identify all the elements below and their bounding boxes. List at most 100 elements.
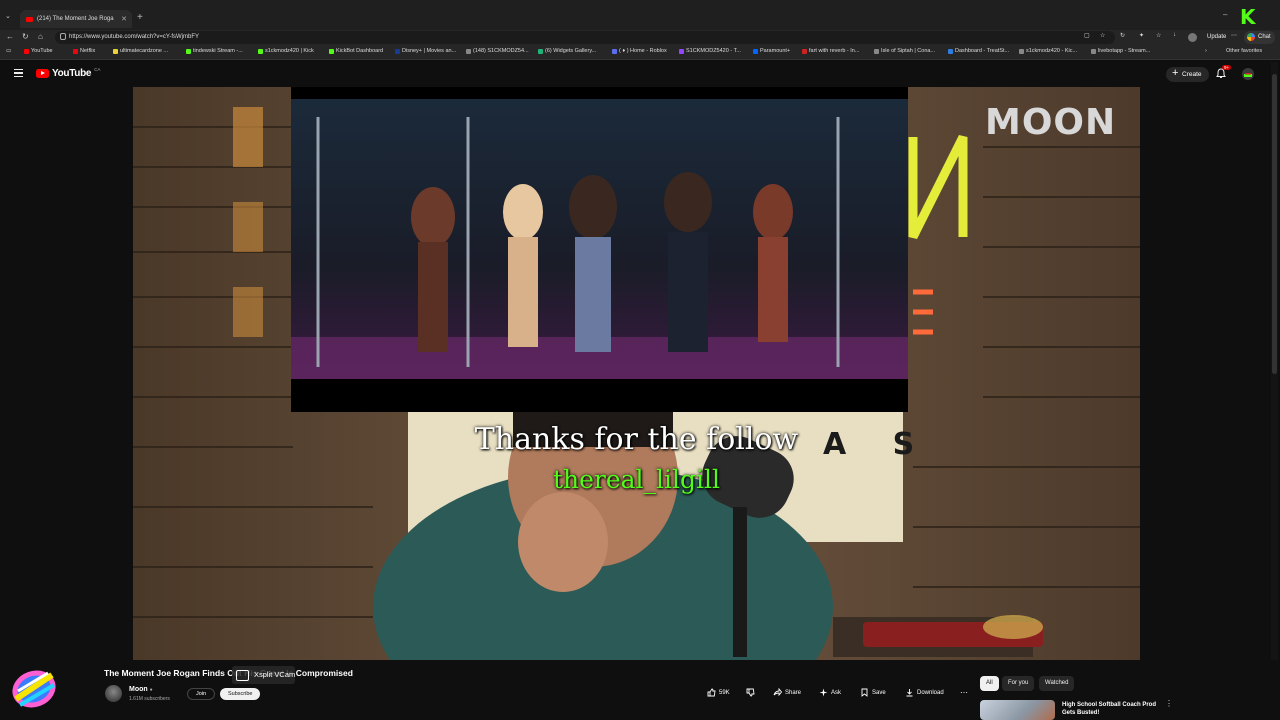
bookmark-label: Disney+ | Movies an... (402, 48, 457, 54)
minimize-icon[interactable]: – (1223, 10, 1227, 19)
page-scrollbar[interactable] (1271, 62, 1278, 717)
bookmark-item[interactable]: Paramount+ (753, 48, 790, 54)
more-options-icon[interactable]: ⋯ (1231, 32, 1237, 39)
bookmark-label: fart with reverb - In... (809, 48, 860, 54)
youtube-logo[interactable]: YouTube CA (36, 67, 100, 79)
bookmark-item[interactable]: (6) Widgets Gallery... (538, 48, 596, 54)
browser-tab[interactable]: (214) The Moment Joe Roga ✕ (20, 10, 132, 28)
site-info-icon[interactable] (60, 33, 66, 40)
refresh-extension-icon[interactable]: ↻ (1120, 32, 1125, 39)
alert-username: thereal_lilgill (552, 465, 721, 494)
more-actions-icon[interactable]: ⋯ (956, 686, 972, 700)
update-button[interactable]: Update (1202, 32, 1231, 43)
create-button[interactable]: Create (1166, 66, 1209, 82)
bookmark-item[interactable]: S1CKMODZ5420 - T... (679, 48, 741, 54)
tab-menu-icon[interactable]: ⌄ (5, 12, 11, 20)
video-frame (133, 87, 1140, 660)
copilot-chat-button[interactable]: Chat (1244, 31, 1275, 44)
bookmark-favicon-icon (258, 48, 263, 54)
recommended-video-title[interactable]: High School Softball Coach Prod Gets Bus… (1062, 701, 1162, 717)
bookmark-item[interactable]: fart with reverb - In... (802, 48, 859, 54)
channel-name-text[interactable]: Moon (129, 686, 148, 693)
bookmark-item[interactable]: ultimatecardzone ... (113, 48, 168, 54)
bookmark-favicon-icon (612, 48, 617, 54)
menu-icon[interactable] (14, 69, 23, 77)
subscribe-button[interactable]: Subscribe (220, 688, 261, 700)
extensions-icon[interactable]: ✦ (1139, 32, 1144, 39)
subscriber-count: 1.61M subscribers (129, 696, 170, 702)
bookmark-favicon-icon (186, 48, 191, 54)
share-button[interactable]: Share (769, 686, 807, 700)
video-player[interactable]: MOON A S Thanks for the follow thereal_l… (133, 87, 1140, 660)
chip-all[interactable]: All (980, 676, 999, 691)
reader-view-icon[interactable]: ▢ (1084, 32, 1090, 39)
other-favorites-folder[interactable]: Other favorites (1226, 48, 1262, 54)
downloads-icon[interactable]: ↓ (1173, 32, 1176, 38)
recommended-more-icon[interactable]: ⋮ (1165, 699, 1173, 708)
bookmarks-overflow-icon[interactable]: › (1205, 48, 1207, 54)
bookmark-item[interactable]: Dashboard - TreatSt... (948, 48, 1009, 54)
ask-button[interactable]: Ask (815, 686, 847, 700)
bookmark-favicon-icon (679, 48, 684, 54)
youtube-wordmark: YouTube (52, 68, 92, 79)
bookmark-item[interactable]: s1ckmodz420 | Kick (258, 48, 314, 54)
account-avatar[interactable] (1242, 68, 1254, 80)
bookmark-item[interactable]: YouTube (24, 48, 53, 54)
apps-icon[interactable]: ▭ (6, 48, 11, 54)
bookmark-item[interactable]: KickBot Dashboard (329, 48, 383, 54)
share-icon (773, 688, 782, 697)
alert-message: Thanks for the follow (474, 422, 799, 457)
bookmark-label: Netflix (80, 48, 96, 54)
bookmark-item[interactable]: Disney+ | Movies an... (395, 48, 456, 54)
channel-avatar[interactable] (105, 685, 122, 702)
join-button[interactable]: Join (187, 688, 216, 700)
bookmark-item[interactable]: livebotapp - Stream... (1091, 48, 1150, 54)
url-input[interactable]: https://www.youtube.com/watch?v=cY-fsWjm… (55, 31, 1115, 44)
bookmark-label: Paramount+ (760, 48, 791, 54)
chip-for-you[interactable]: For you (1002, 676, 1035, 691)
youtube-header: YouTube CA Create 9+ (0, 61, 1280, 87)
bookmark-item[interactable]: Netflix (73, 48, 95, 54)
bookmark-favicon-icon (538, 48, 543, 54)
notification-badge: 9+ (1222, 65, 1232, 70)
scrollbar-thumb[interactable] (1272, 74, 1277, 374)
chip-watched[interactable]: Watched (1039, 676, 1075, 691)
home-icon[interactable]: ⌂ (38, 32, 43, 41)
bookmark-label: YouTube (31, 48, 53, 54)
favorite-star-icon[interactable]: ☆ (1100, 32, 1105, 39)
tab-close-icon[interactable]: ✕ (121, 15, 127, 23)
save-label: Save (872, 690, 886, 696)
thumbs-down-icon (746, 688, 755, 697)
ask-label: Ask (831, 690, 842, 696)
dislike-button[interactable] (742, 686, 760, 700)
kick-logo-icon: K (1240, 5, 1257, 29)
download-button[interactable]: Download (901, 686, 950, 700)
bookmark-label: S1CKMODZ5420 - T... (686, 48, 741, 54)
save-button[interactable]: Save (856, 686, 892, 700)
bookmark-item[interactable]: tindewski Stream -... (186, 48, 243, 54)
verified-check-icon: ● (149, 687, 153, 693)
video-title: The Moment Joe Rogan Finds Out His Guest… (104, 668, 353, 678)
bookmark-label: ultimatecardzone ... (120, 48, 168, 54)
channel-name[interactable]: Moon ● (129, 686, 153, 693)
favorites-icon[interactable]: ☆ (1156, 32, 1161, 39)
bookmark-favicon-icon (24, 48, 29, 54)
bookmark-label: s1ckmodz420 | Kick (265, 48, 314, 54)
bookmark-favicon-icon (948, 48, 953, 54)
thumbs-up-icon (707, 688, 716, 697)
bookmark-favicon-icon (753, 48, 758, 54)
recommended-video-thumbnail[interactable] (980, 700, 1055, 720)
bookmark-favicon-icon (1091, 48, 1096, 54)
bookmark-item[interactable]: ( ♦ ) Home - Roblox (612, 48, 667, 54)
bookmark-item[interactable]: (148) S1CKMODZ54... (466, 48, 529, 54)
new-tab-icon[interactable]: + (137, 12, 143, 23)
like-count: 59K (719, 690, 730, 696)
bookmark-item[interactable]: s1ckmodz420 - Kic... (1019, 48, 1077, 54)
profile-icon[interactable] (1188, 33, 1197, 42)
download-label: Download (917, 690, 944, 696)
bookmark-item[interactable]: Isle of Siptah | Cona... (874, 48, 935, 54)
like-button[interactable]: 59K (703, 686, 736, 700)
reload-icon[interactable]: ↻ (22, 32, 29, 41)
youtube-play-icon (36, 69, 49, 78)
back-icon[interactable]: ← (6, 32, 14, 41)
